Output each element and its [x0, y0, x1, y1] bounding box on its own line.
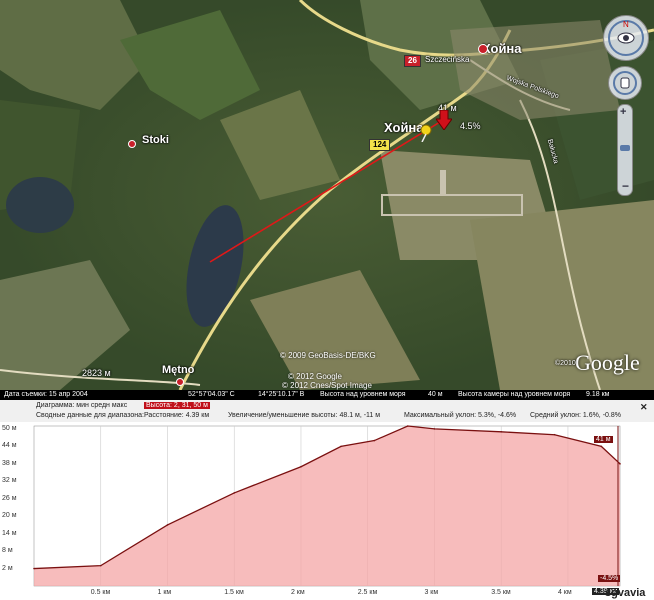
- longitude: 14°25'10.17" В: [258, 391, 305, 398]
- street-label: Szczecińska: [425, 55, 470, 64]
- elevation-profile-chart[interactable]: 50 м 44 м 38 м 32 м 26 м 20 м 14 м 8 м 2 м 0.5 к…: [0, 422, 654, 600]
- y-tick-label: 32 м: [2, 477, 17, 485]
- summary-label: Сводные данные для диапазона:: [36, 412, 144, 419]
- elevation-point: [33, 567, 35, 570]
- y-tick-label: 20 м: [2, 512, 17, 520]
- x-tick-label: 0.5 км: [90, 589, 111, 596]
- y-tick-label: 38 м: [2, 459, 17, 467]
- camera-altitude-value: 9.18 км: [586, 391, 610, 398]
- elevation-range-box[interactable]: Высота: 2, 31, 50 м: [144, 402, 210, 409]
- hand-icon: [613, 71, 637, 95]
- altitude-label: Высота над уровнем моря: [320, 391, 406, 398]
- distance-value: Расстояние: 4.39 км: [144, 412, 210, 419]
- place-pin-icon[interactable]: [128, 140, 136, 148]
- elevation-point: [433, 428, 436, 430]
- elevation-point: [373, 439, 376, 442]
- diagram-label[interactable]: Диаграмма: мин средн макс: [36, 402, 127, 409]
- x-tick-label: 2 км: [290, 589, 305, 596]
- x-tick-label: 2.5 км: [357, 589, 378, 596]
- road-shield-124: 124: [369, 139, 391, 151]
- map-credit: © 2009 GeoBasis-DE/BKG: [280, 351, 376, 360]
- x-tick-label: 1.5 км: [224, 589, 244, 596]
- x-tick-label: 4 км: [557, 589, 572, 596]
- elevation-point: [166, 524, 169, 526]
- elevation-point: [99, 564, 102, 567]
- elevation-point: [300, 465, 302, 468]
- elevation-gain: Увеличение/уменьшение высоты: 48.1 м, -1…: [228, 412, 381, 419]
- latitude: 52°57'04.03" С: [188, 391, 235, 398]
- yellow-pushpin-icon[interactable]: [418, 124, 434, 142]
- camera-altitude-label: Высота камеры над уровнем моря: [458, 391, 571, 398]
- x-tick-label: 3 км: [424, 589, 439, 596]
- town-pin-icon[interactable]: [478, 44, 488, 54]
- elevation-point: [340, 445, 342, 448]
- x-tick-label: 1 км: [157, 589, 172, 596]
- y-tick-label: 26 м: [2, 494, 17, 502]
- svg-text:N: N: [623, 20, 629, 29]
- zoom-slider[interactable]: + −: [617, 104, 633, 196]
- red-arrow-icon: [436, 110, 452, 130]
- satellite-map[interactable]: Хойна Хойна Stoki Mętno Szczecińska Wojs…: [0, 0, 654, 390]
- profile-plot: [33, 425, 621, 587]
- place-pin-icon[interactable]: [176, 378, 184, 386]
- watermark: sgvavia: [605, 587, 646, 599]
- marker-slope-label: 4.5%: [460, 121, 481, 131]
- google-logo: Google: [575, 350, 640, 375]
- zoom-handle[interactable]: [620, 145, 630, 151]
- max-slope: Максимальный уклон: 5.3%, -4.6%: [404, 412, 517, 419]
- cursor-elevation: 41 м: [594, 436, 613, 443]
- y-tick-label: 14 м: [2, 529, 17, 537]
- hill-elevation-label: 2823 м: [82, 368, 111, 378]
- elevation-point: [406, 425, 409, 427]
- move-control[interactable]: [608, 66, 642, 100]
- altitude-value: 40 м: [428, 391, 443, 398]
- look-around-control[interactable]: N: [603, 15, 649, 61]
- elevation-point: [500, 431, 502, 433]
- y-tick-label: 44 м: [2, 442, 17, 450]
- average-slope: Средний уклон: 1.6%, -0.8%: [530, 412, 621, 419]
- imagery-date: Дата съемки: 15 апр 2004: [4, 391, 88, 398]
- zoom-out-icon[interactable]: −: [622, 179, 629, 193]
- x-tick-label: 3.5 км: [491, 589, 511, 596]
- logo-year: ©2010: [555, 360, 576, 367]
- status-bar: Дата съемки: 15 апр 2004 52°57'04.03" С …: [0, 390, 654, 400]
- map-credit: © 2012 Cnes/Spot Image: [282, 381, 372, 390]
- elevation-point: [619, 463, 621, 465]
- elevation-profile-toolbar: Диаграмма: мин средн макс Высота: 2, 31,…: [0, 400, 654, 423]
- close-icon[interactable]: ✕: [640, 402, 648, 413]
- zoom-in-icon[interactable]: +: [620, 106, 626, 118]
- cursor-slope: -4.5%: [598, 575, 621, 582]
- y-tick-label: 2 м: [2, 564, 13, 572]
- place-label-stoki: Stoki: [142, 134, 169, 146]
- road-shield-26: 26: [404, 55, 421, 67]
- place-label-metno: Mętno: [162, 364, 195, 376]
- elevation-point: [233, 492, 236, 494]
- y-tick-label: 50 м: [2, 424, 17, 432]
- map-imagery: [0, 0, 654, 390]
- elevation-point: [600, 445, 603, 448]
- y-tick-label: 8 м: [2, 547, 13, 555]
- eye-icon: N: [608, 20, 644, 56]
- elevation-point: [553, 433, 556, 436]
